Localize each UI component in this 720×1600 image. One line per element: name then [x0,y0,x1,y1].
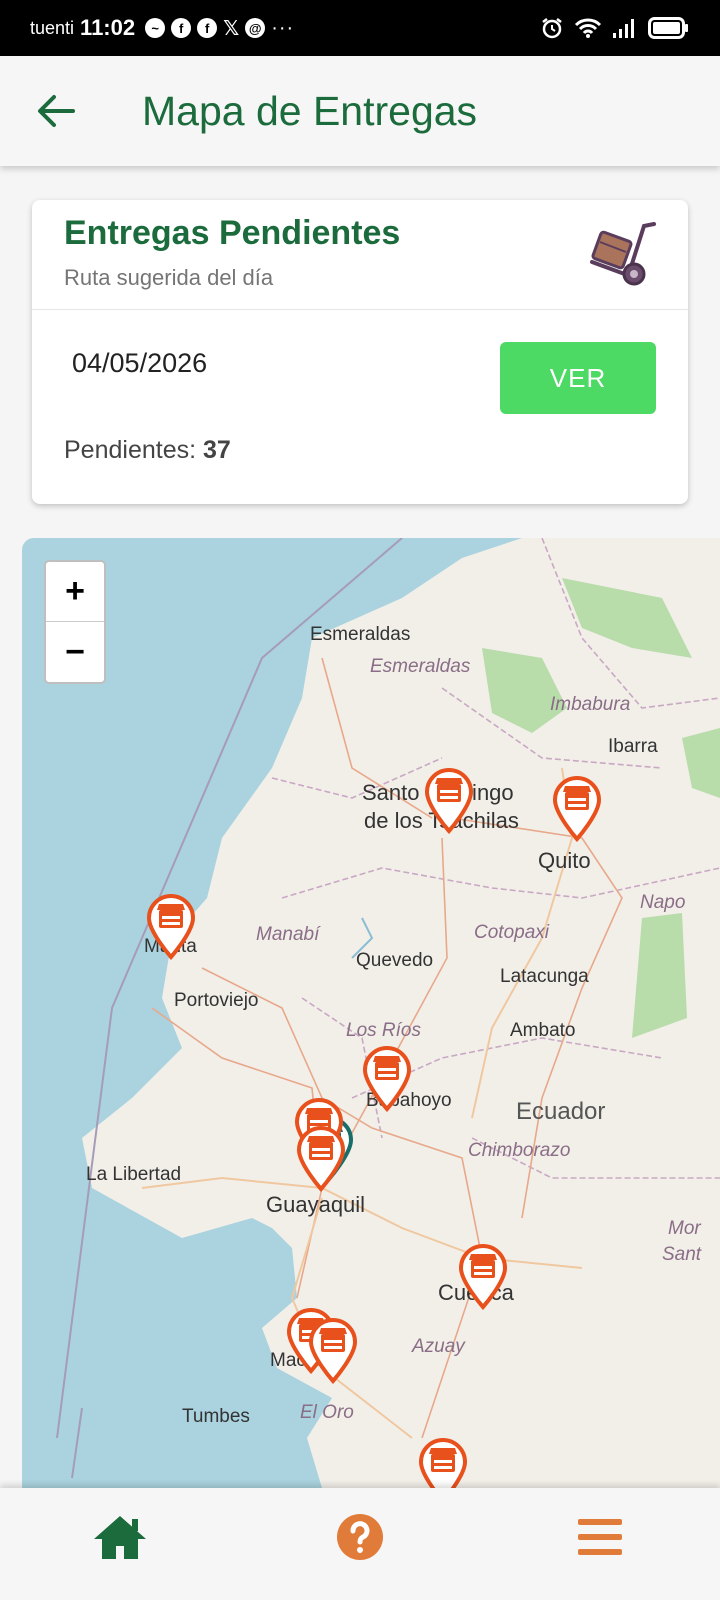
zoom-control: + − [44,560,106,684]
card-header: Entregas Pendientes Ruta sugerida del dí… [32,200,688,310]
pending-count: 37 [203,436,231,464]
zoom-out-button[interactable]: − [46,622,104,682]
x-icon: 𝕏 [223,17,240,40]
map-label: Manabí [256,924,320,945]
map-label: Chimborazo [468,1140,571,1161]
delivery-pin[interactable] [424,768,474,835]
more-notifications-icon: ··· [271,16,295,39]
map-label: Imbabura [550,694,631,715]
map-label: El Oro [300,1402,354,1423]
menu-icon [578,1519,622,1555]
map-label: Latacunga [500,966,589,987]
map-label: Napo [640,892,686,913]
nav-menu[interactable] [480,1488,720,1600]
card-subtitle: Ruta sugerida del día [64,265,274,290]
delivery-pin[interactable] [146,894,196,961]
hand-truck-icon [590,222,656,286]
back-button[interactable] [26,81,86,141]
signal-icon [613,19,634,38]
map-label: Azuay [412,1336,465,1357]
map-label: Los Ríos [346,1020,421,1041]
wifi-icon [574,18,602,38]
delivery-pin[interactable] [552,776,602,843]
map-tiles [22,538,720,1488]
map-label: Sant [662,1244,702,1265]
delivery-pin[interactable] [418,1438,468,1488]
delivery-pin[interactable] [458,1244,508,1311]
nav-home[interactable] [0,1488,240,1600]
pending-deliveries-card: Entregas Pendientes Ruta sugerida del dí… [32,200,688,504]
map-label: Tumbes [182,1406,250,1427]
battery-icon [648,17,688,39]
alarm-icon [542,18,562,39]
pending-count-row: Pendientes: 37 [64,436,231,465]
delivery-pin[interactable] [308,1318,358,1385]
delivery-pin[interactable] [362,1046,412,1113]
map-label: Cotopaxi [474,922,549,943]
delivery-date-field[interactable]: 04/05/2026 [72,348,207,379]
messenger-icon: ~ [145,18,166,38]
status-bar: tuenti 11:02 ~ f f 𝕏 @ ··· [0,0,720,56]
facebook-icon: f [171,18,192,38]
map-label: Ibarra [608,736,658,757]
delivery-map[interactable]: + − Esmeraldas Esmeraldas Imbabura Ibarr… [22,538,720,1488]
view-button[interactable]: VER [500,342,656,414]
pending-label: Pendientes: [64,436,197,464]
map-label: Ambato [510,1020,576,1041]
map-label: Mor [668,1218,701,1239]
map-label: Quevedo [356,950,434,971]
card-title: Entregas Pendientes [64,214,401,252]
map-label: Guayaquil [266,1192,366,1217]
app-bar: Mapa de Entregas [0,56,720,166]
page-title: Mapa de Entregas [142,87,478,134]
map-label: Portoviejo [174,990,259,1011]
map-label: Ecuador [516,1098,606,1125]
zoom-in-button[interactable]: + [46,562,104,622]
question-circle-icon [337,1514,383,1560]
home-icon [94,1516,146,1559]
map-label: Quito [538,848,591,873]
arrow-left-icon [38,95,75,127]
map-label: Esmeraldas [370,656,471,677]
map-label: Esmeraldas [310,624,411,645]
bottom-nav [0,1488,720,1600]
carrier-label: tuenti [30,17,75,38]
clock: 11:02 [80,15,136,40]
map-label: La Libertad [86,1164,182,1185]
delivery-pin[interactable] [296,1126,346,1193]
facebook-icon: f [197,18,218,38]
threads-icon: @ [245,18,266,38]
nav-help[interactable] [240,1488,480,1600]
